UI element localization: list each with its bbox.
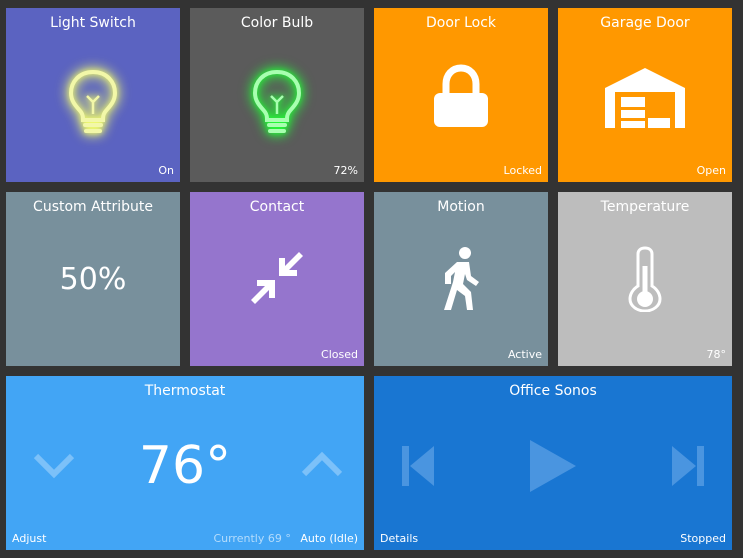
tile-door-lock[interactable]: Door Lock Locked — [374, 8, 548, 182]
tile-temperature[interactable]: Temperature 78° — [558, 192, 732, 366]
tile-title: Thermostat — [6, 383, 364, 399]
status-label: On — [158, 164, 174, 177]
tile-title: Garage Door — [558, 15, 732, 31]
status-label: Stopped — [680, 532, 726, 545]
status-label: 72% — [334, 164, 358, 177]
attribute-value: 50% — [6, 262, 180, 297]
thermometer-icon — [558, 246, 732, 312]
tile-title: Office Sonos — [374, 383, 732, 399]
compress-arrows-icon — [190, 248, 364, 308]
tile-title: Motion — [374, 199, 548, 215]
tile-thermostat: Thermostat 76° Adjust Currently 69 ° Aut… — [6, 376, 364, 550]
lock-icon — [374, 64, 548, 130]
tile-title: Door Lock — [374, 15, 548, 31]
tile-garage-door[interactable]: Garage Door Open — [558, 8, 732, 182]
current-temperature: Currently 69 ° — [213, 532, 290, 545]
play-icon[interactable] — [526, 438, 578, 498]
tile-color-bulb[interactable]: Color Bulb 72% — [190, 8, 364, 182]
garage-icon — [558, 66, 732, 130]
status-label: Active — [508, 348, 542, 361]
tile-motion[interactable]: Motion Active — [374, 192, 548, 366]
details-link[interactable]: Details — [380, 532, 418, 545]
tile-title: Light Switch — [6, 15, 180, 31]
chevron-up-icon[interactable] — [300, 450, 344, 484]
status-label: 78° — [707, 348, 727, 361]
thermostat-mode: Auto (Idle) — [300, 532, 358, 545]
tile-custom-attribute[interactable]: Custom Attribute 50% — [6, 192, 180, 366]
tile-light-switch[interactable]: Light Switch On — [6, 8, 180, 182]
tile-title: Temperature — [558, 199, 732, 215]
tile-title: Custom Attribute — [6, 199, 180, 215]
tile-title: Contact — [190, 199, 364, 215]
skip-previous-icon[interactable] — [400, 444, 436, 492]
lightbulb-icon — [6, 66, 180, 138]
lightbulb-icon — [190, 66, 364, 138]
adjust-link[interactable]: Adjust — [12, 532, 46, 545]
status-label: Closed — [321, 348, 358, 361]
tile-contact[interactable]: Contact Closed — [190, 192, 364, 366]
status-label: Locked — [504, 164, 542, 177]
skip-next-icon[interactable] — [670, 444, 706, 492]
tile-title: Color Bulb — [190, 15, 364, 31]
tile-office-sonos: Office Sonos Details Stopped — [374, 376, 732, 550]
status-label: Open — [697, 164, 726, 177]
walking-person-icon — [374, 246, 548, 312]
